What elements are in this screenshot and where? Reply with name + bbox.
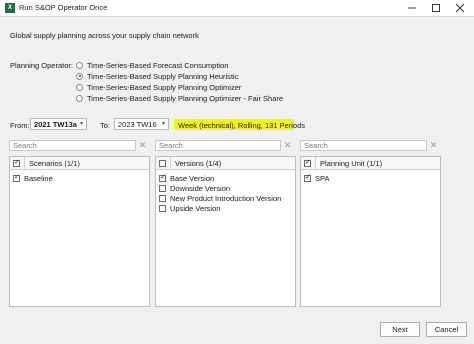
to-label: To: bbox=[100, 121, 111, 130]
chevron-down-icon: ▾ bbox=[161, 121, 165, 127]
select-all-planning-units-checkbox[interactable] bbox=[304, 158, 311, 167]
scenarios-panel: Scenarios (1/1) Baseline bbox=[9, 156, 150, 307]
clear-icon[interactable]: ✕ bbox=[429, 140, 438, 151]
list-item[interactable]: Upside Version bbox=[156, 204, 295, 213]
header-divider bbox=[170, 156, 171, 170]
operator-option-supply-optimizer[interactable]: Time-Series-Based Supply Planning Optimi… bbox=[76, 82, 241, 92]
list-item[interactable]: Baseline bbox=[10, 173, 149, 183]
operator-option-label: Time-Series-Based Supply Planning Heuris… bbox=[87, 71, 239, 81]
period-info-text: Week (technical), Rolling, 131 Periods bbox=[178, 121, 306, 130]
chevron-down-icon: ▾ bbox=[79, 121, 83, 127]
versions-search-input[interactable]: Search bbox=[155, 140, 281, 151]
cancel-button[interactable]: Cancel bbox=[426, 322, 467, 337]
list-item[interactable]: SPA bbox=[301, 173, 440, 183]
maximize-button[interactable] bbox=[424, 0, 448, 16]
from-period-select[interactable]: 2021 TW13a ▾ bbox=[30, 118, 87, 130]
planning-operator-label: Planning Operator: bbox=[10, 61, 73, 70]
clear-icon[interactable]: ✕ bbox=[283, 140, 292, 151]
close-icon bbox=[456, 4, 464, 12]
versions-panel: Versions (1/4) Base Version Downside Ver… bbox=[155, 156, 296, 307]
window-title: Run S&OP Operator Once bbox=[19, 3, 108, 12]
radio-button-selected[interactable] bbox=[76, 72, 83, 80]
to-period-select[interactable]: 2023 TW16 ▾ bbox=[114, 118, 169, 130]
radio-button[interactable] bbox=[76, 83, 83, 91]
planning-unit-search-input[interactable]: Search bbox=[300, 140, 427, 151]
scenarios-header: Scenarios (1/1) bbox=[10, 156, 149, 170]
operator-option-supply-heuristic[interactable]: Time-Series-Based Supply Planning Heuris… bbox=[76, 71, 238, 81]
planning-unit-label: SPA bbox=[315, 174, 330, 183]
title-separator bbox=[0, 16, 474, 17]
checkbox[interactable] bbox=[13, 173, 20, 182]
versions-header-label: Versions (1/4) bbox=[175, 158, 222, 168]
scenario-label: Baseline bbox=[24, 174, 53, 183]
checkbox[interactable] bbox=[159, 185, 166, 192]
planning-unit-header: Planning Unit (1/1) bbox=[301, 156, 440, 170]
header-divider bbox=[24, 156, 25, 170]
excel-icon: X bbox=[5, 3, 15, 13]
planning-unit-header-label: Planning Unit (1/1) bbox=[320, 158, 383, 168]
maximize-icon bbox=[432, 4, 440, 12]
from-label: From: bbox=[10, 121, 30, 130]
version-label: Upside Version bbox=[170, 204, 221, 213]
operator-option-label: Time-Series-Based Forecast Consumption bbox=[87, 60, 229, 70]
operator-option-forecast-consumption[interactable]: Time-Series-Based Forecast Consumption bbox=[76, 60, 228, 70]
version-label: New Product Introduction Version bbox=[170, 194, 282, 203]
description-text: Global supply planning across your suppl… bbox=[10, 31, 199, 40]
to-period-value: 2023 TW16 bbox=[118, 119, 157, 129]
scenarios-header-label: Scenarios (1/1) bbox=[29, 158, 80, 168]
title-bar: X Run S&OP Operator Once bbox=[0, 0, 474, 16]
select-all-versions-checkbox[interactable] bbox=[159, 159, 166, 167]
list-item[interactable]: Downside Version bbox=[156, 184, 295, 193]
operator-option-optimizer-fair-share[interactable]: Time-Series-Based Supply Planning Optimi… bbox=[76, 93, 283, 103]
close-button[interactable] bbox=[448, 0, 472, 16]
operator-option-label: Time-Series-Based Supply Planning Optimi… bbox=[87, 82, 242, 92]
minimize-icon bbox=[408, 7, 416, 9]
checkbox[interactable] bbox=[159, 205, 166, 212]
list-item[interactable]: New Product Introduction Version bbox=[156, 194, 295, 203]
planning-unit-panel: Planning Unit (1/1) SPA bbox=[300, 156, 441, 307]
version-label: Downside Version bbox=[170, 184, 231, 193]
radio-button[interactable] bbox=[76, 94, 83, 102]
minimize-button[interactable] bbox=[400, 0, 424, 16]
select-all-scenarios-checkbox[interactable] bbox=[13, 158, 20, 167]
radio-button[interactable] bbox=[76, 61, 83, 69]
versions-header: Versions (1/4) bbox=[156, 156, 295, 170]
list-item[interactable]: Base Version bbox=[156, 173, 295, 183]
operator-option-label: Time-Series-Based Supply Planning Optimi… bbox=[87, 93, 284, 103]
checkbox[interactable] bbox=[304, 173, 311, 182]
from-period-value: 2021 TW13a bbox=[34, 119, 77, 129]
next-button[interactable]: Next bbox=[380, 322, 420, 337]
checkbox[interactable] bbox=[159, 173, 166, 182]
version-label: Base Version bbox=[170, 174, 215, 183]
clear-icon[interactable]: ✕ bbox=[138, 140, 147, 151]
header-divider bbox=[315, 156, 316, 170]
checkbox[interactable] bbox=[159, 195, 166, 202]
scenarios-search-input[interactable]: Search bbox=[9, 140, 136, 151]
